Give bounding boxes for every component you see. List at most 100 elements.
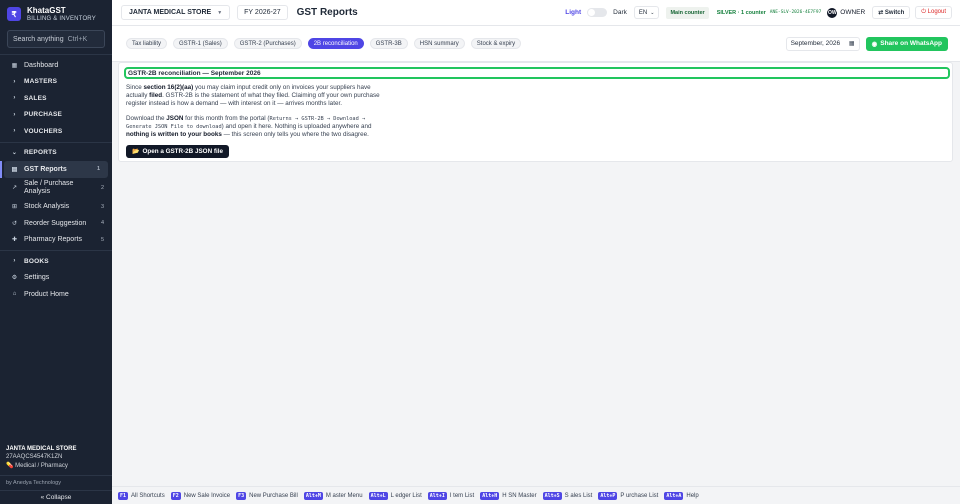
sidebar-footer: JANTA MEDICAL STORE 27AAQCS4547K1ZN 💊 Me… <box>0 446 112 504</box>
shortcut-hint[interactable]: Alt+P P urchase List <box>598 491 659 500</box>
theme-light-label[interactable]: Light <box>565 9 581 16</box>
shortcut-key: Alt+I <box>427 491 447 500</box>
chevron-right-icon: › <box>13 111 16 118</box>
fy-selector[interactable]: FY 2026-27 <box>237 5 288 20</box>
card-title: GSTR-2B reconciliation — September 2026 <box>124 67 950 79</box>
sidebar-item-vouchers[interactable]: › VOUCHERS <box>0 123 112 140</box>
shortcut-key: F2 <box>170 491 181 500</box>
sidebar-item-sales[interactable]: › SALES <box>0 90 112 107</box>
shortcut-key: Alt+M <box>303 491 323 500</box>
nav-icon: ▤ <box>11 166 18 173</box>
top-bar: JANTA MEDICAL STORE ▼ FY 2026-27 GST Rep… <box>112 0 960 26</box>
shortcut-key: Alt+H <box>480 491 500 500</box>
avatar[interactable]: OW <box>827 7 838 18</box>
sidebar-item-label: Sale / Purchase Analysis <box>24 180 74 195</box>
shortcut-key: Alt+P <box>598 491 618 500</box>
sidebar-item-gst-reports[interactable]: ▤ GST Reports 1 <box>0 161 108 178</box>
sidebar-item-dashboard[interactable]: ▦ Dashboard <box>0 57 112 74</box>
intro-paragraph: Since section 16(2)(aa) you may claim in… <box>126 84 380 107</box>
nav-icon: ⊞ <box>11 204 18 211</box>
sidebar-item-sale-purchase-analysis[interactable]: ↗ Sale / Purchase Analysis 2 <box>0 178 112 199</box>
whatsapp-icon: ◉ <box>871 40 878 48</box>
sidebar-item-stock-analysis[interactable]: ⊞ Stock Analysis 3 <box>0 199 112 216</box>
month-picker[interactable]: September, 2026 ▦ <box>785 36 860 51</box>
tab-gstr-2-purchases[interactable]: GSTR-2 (Purchases) <box>233 38 302 49</box>
calendar-icon[interactable]: ▦ <box>849 40 855 47</box>
nav-icon: ↗ <box>11 185 18 191</box>
shortcut-label: P urchase List <box>620 492 659 499</box>
sidebar-item-pharmacy-reports[interactable]: ✚ Pharmacy Reports 5 <box>0 232 112 249</box>
chevron-right-icon: › <box>13 78 16 85</box>
share-whatsapp-button[interactable]: ◉ Share on WhatsApp <box>865 36 948 51</box>
tab-tax-liability[interactable]: Tax liability <box>126 38 168 49</box>
shortcut-hint[interactable]: Alt+H H SN Master <box>480 491 537 500</box>
rupee-logo-icon: ₹ <box>7 7 21 21</box>
sidebar-nav: ▦ Dashboard › MASTERS › SALES › PURCHASE › VOUCHE… <box>0 57 112 303</box>
theme-dark-label[interactable]: Dark <box>613 9 627 16</box>
license-code: ANE-SLV-2026-4E7F97 <box>769 10 822 15</box>
shortcut-number-badge: 4 <box>100 220 104 227</box>
sidebar-item-label: Reorder Suggestion <box>24 219 87 227</box>
chevron-down-icon: ▼ <box>217 9 223 16</box>
sidebar-item-label: REPORTS <box>24 149 57 157</box>
chevron-right-icon: › <box>13 258 16 265</box>
sidebar-item-reorder-suggestion[interactable]: ↺ Reorder Suggestion 4 <box>0 215 112 232</box>
nav-icon: ↺ <box>11 220 18 227</box>
sidebar-item-settings[interactable]: ⚙ Settings <box>0 270 112 287</box>
page-title: GST Reports <box>296 7 358 18</box>
share-whatsapp-label: Share on WhatsApp <box>880 40 942 47</box>
sidebar-item-label: Pharmacy Reports <box>24 236 82 244</box>
tab-2b-reconciliation[interactable]: 2B reconciliation <box>307 38 364 49</box>
tab-hsn-summary[interactable]: HSN summary <box>413 38 465 49</box>
divider <box>0 250 112 251</box>
sidebar-item-reports[interactable]: ⌄ REPORTS <box>0 145 112 162</box>
user-role: OWNER <box>840 9 866 16</box>
language-selector[interactable]: EN ⌄ <box>633 6 660 19</box>
sidebar-item-books[interactable]: › BOOKS <box>0 253 112 270</box>
shortcut-number-badge: 5 <box>100 236 104 243</box>
search-input[interactable]: Search anything Ctrl+K <box>7 30 105 48</box>
shortcut-hint[interactable]: F3 New Purchase Bill <box>236 491 298 500</box>
tab-gstr-3b[interactable]: GSTR-3B <box>369 38 408 49</box>
sidebar-item-label: SALES <box>24 94 47 102</box>
sidebar: ₹ KhataGST BILLING & INVENTORY Search an… <box>0 0 112 504</box>
sidebar-item-product-home[interactable]: ⌂ Product Home <box>0 286 112 303</box>
brand[interactable]: ₹ KhataGST BILLING & INVENTORY <box>0 0 112 28</box>
store-selector[interactable]: JANTA MEDICAL STORE ▼ <box>121 5 231 20</box>
sidebar-item-purchase[interactable]: › PURCHASE <box>0 107 112 124</box>
chevron-right-icon: › <box>13 128 16 135</box>
open-json-label: Open a GSTR-2B JSON file <box>142 148 223 155</box>
tab-stock-expiry[interactable]: Stock & expiry <box>470 38 522 49</box>
shortcut-hint[interactable]: F2 New Sale Invoice <box>170 491 230 500</box>
nav-icon: ⌂ <box>12 291 17 298</box>
shortcut-hint[interactable]: Alt+A Help <box>664 491 699 500</box>
shortcut-hint[interactable]: Alt+I I tem List <box>427 491 474 500</box>
shortcut-label: All Shortcuts <box>131 492 165 499</box>
logout-button[interactable]: ⏻ Logout <box>915 6 952 19</box>
shortcut-label: M aster Menu <box>325 492 363 499</box>
chevron-right-icon: › <box>13 95 16 102</box>
divider <box>0 54 112 55</box>
nav-icon: ✚ <box>11 237 18 244</box>
counter-badge: Main counter <box>666 6 709 19</box>
store-type: 💊 Medical / Pharmacy <box>6 463 68 469</box>
report-toolbar: Tax liability GSTR-1 (Sales) GSTR-2 (Purch… <box>112 26 960 62</box>
brand-subtitle: BILLING & INVENTORY <box>27 15 96 22</box>
shortcut-hint[interactable]: Alt+L L edger List <box>368 491 422 500</box>
sidebar-item-masters[interactable]: › MASTERS <box>0 74 112 91</box>
shortcut-label: S ales List <box>564 492 593 499</box>
open-json-button[interactable]: 📂 Open a GSTR-2B JSON file <box>126 145 229 158</box>
tab-gstr-1-sales[interactable]: GSTR-1 (Sales) <box>173 38 228 49</box>
collapse-button[interactable]: « Collapse <box>0 490 112 504</box>
sidebar-item-label: GST Reports <box>24 165 67 173</box>
shortcut-hint[interactable]: F1 All Shortcuts <box>118 491 165 500</box>
shortcut-hint[interactable]: Alt+S S ales List <box>542 491 593 500</box>
switch-user-button[interactable]: ⇄ Switch <box>872 6 911 19</box>
shortcut-key: F1 <box>118 491 129 500</box>
folder-icon: 📂 <box>132 149 140 155</box>
shortcut-hint[interactable]: Alt+M M aster Menu <box>303 491 363 500</box>
chevron-right-icon: ⌄ <box>11 150 18 157</box>
sidebar-item-label: Settings <box>24 274 50 282</box>
instructions-paragraph: Download the JSON for this month from th… <box>126 115 372 138</box>
theme-toggle[interactable] <box>587 8 608 17</box>
